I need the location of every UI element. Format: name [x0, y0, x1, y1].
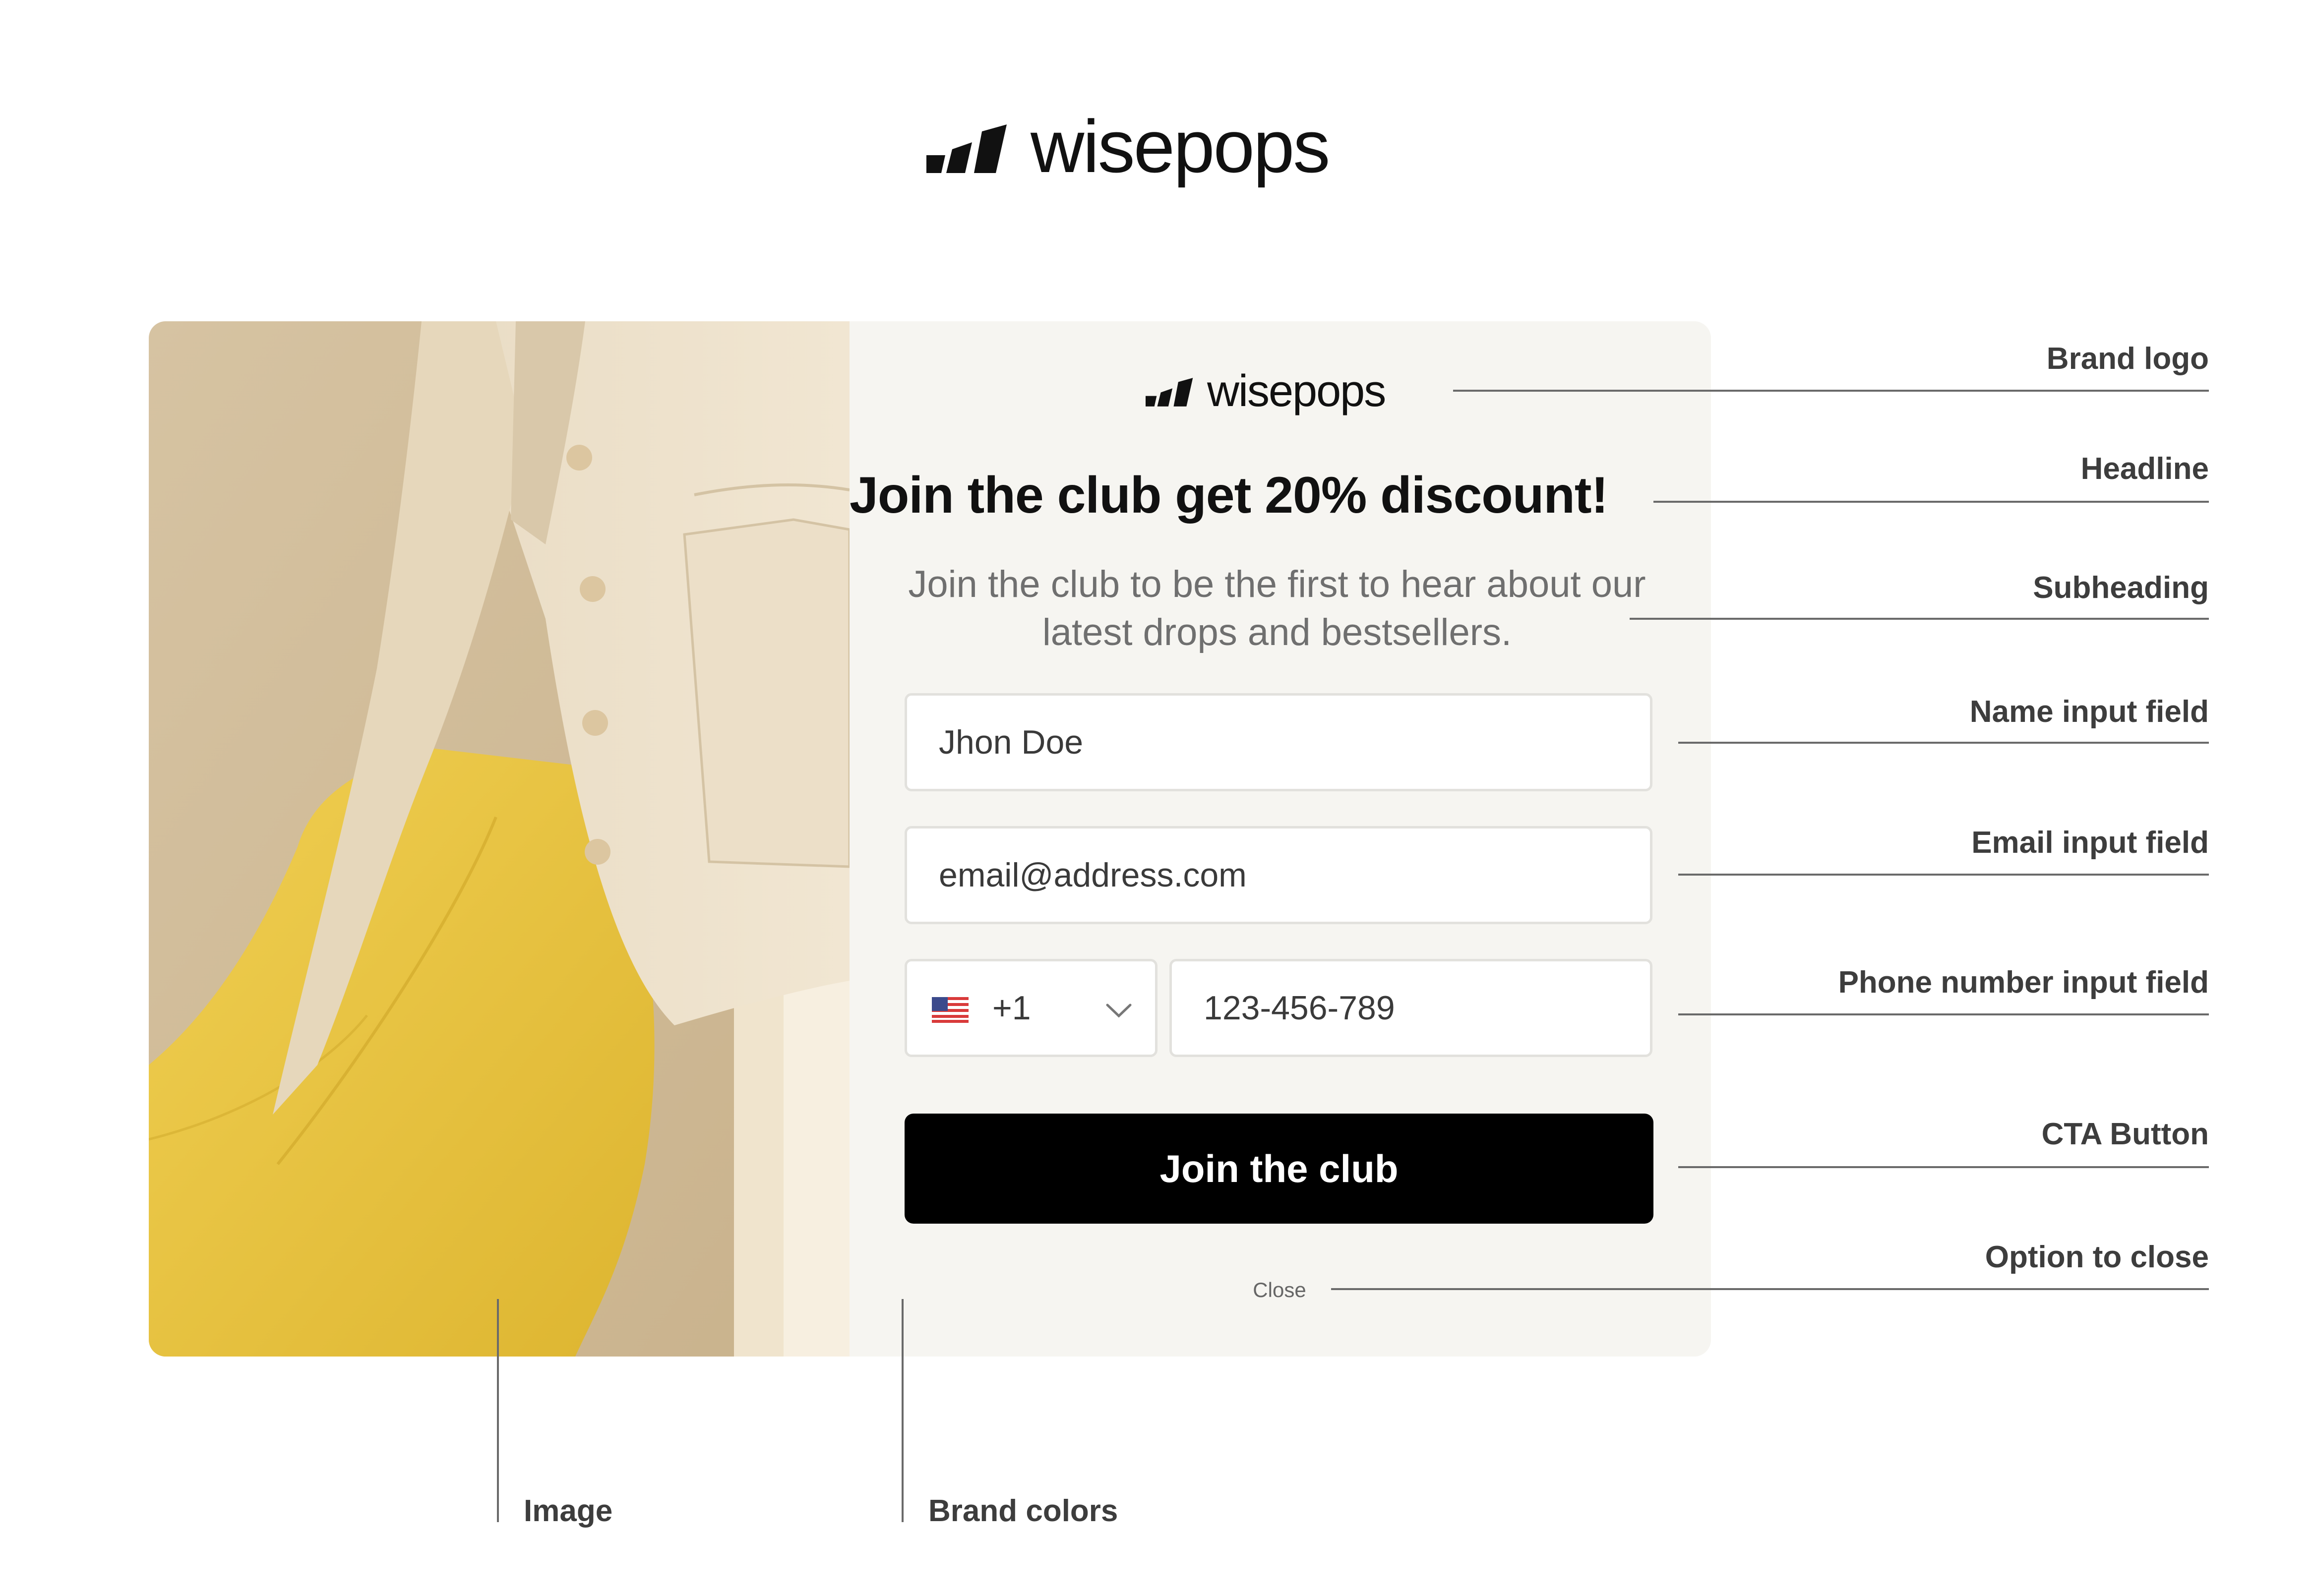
join-club-button[interactable]: Join the club: [905, 1114, 1653, 1224]
popup-headline: Join the club get 20% discount!: [850, 467, 1608, 524]
chevron-down-icon: [1106, 1004, 1132, 1018]
annotation-line: [497, 1299, 499, 1522]
annotation-line: [1653, 501, 2209, 503]
annotation-line: [1678, 874, 2209, 876]
email-input[interactable]: email@address.com: [905, 826, 1652, 924]
annotation-brand-colors: Brand colors: [928, 1494, 1118, 1528]
annotation-brand-logo: Brand logo: [2046, 342, 2209, 376]
popup-brand-logo: wisepops: [1146, 366, 1386, 416]
annotation-line: [1630, 618, 2209, 620]
annotation-line: [902, 1299, 904, 1522]
brand-wordmark: wisepops: [1031, 105, 1330, 188]
annotation-line: [1678, 742, 2209, 744]
annotation-line: [1678, 1013, 2209, 1015]
popup-brand-wordmark: wisepops: [1207, 366, 1386, 416]
country-code: +1: [992, 989, 1031, 1027]
annotation-name-input: Name input field: [1969, 695, 2209, 729]
annotation-headline: Headline: [2080, 452, 2209, 486]
annotation-line: [1678, 1166, 2209, 1168]
wisepops-mark-icon: [1146, 378, 1193, 407]
popup-subheading: Join the club to be the first to hear ab…: [908, 563, 1646, 653]
top-brand-logo: wisepops: [926, 109, 1330, 187]
name-input[interactable]: Jhon Doe: [905, 693, 1652, 791]
phone-number-input[interactable]: 123-456-789: [1169, 959, 1652, 1057]
annotation-phone-input: Phone number input field: [1838, 965, 2209, 1000]
annotation-line: [1331, 1288, 2209, 1290]
annotation-image: Image: [524, 1494, 613, 1528]
country-code-select[interactable]: +1: [905, 959, 1158, 1057]
us-flag-icon: [932, 997, 969, 1023]
close-link[interactable]: Close: [1240, 1278, 1319, 1302]
email-input-value: email@address.com: [939, 856, 1247, 894]
fashion-image: [149, 321, 851, 1357]
wisepops-mark-icon: [926, 124, 1007, 173]
annotation-line: [1453, 390, 2209, 392]
annotation-subheading: Subheading: [2033, 571, 2209, 605]
annotation-option-to-close: Option to close: [1985, 1240, 2209, 1274]
annotation-email-input: Email input field: [1971, 826, 2209, 860]
annotation-cta-button: CTA Button: [2041, 1117, 2209, 1151]
phone-number-value: 123-456-789: [1204, 989, 1395, 1027]
name-input-value: Jhon Doe: [939, 723, 1084, 761]
